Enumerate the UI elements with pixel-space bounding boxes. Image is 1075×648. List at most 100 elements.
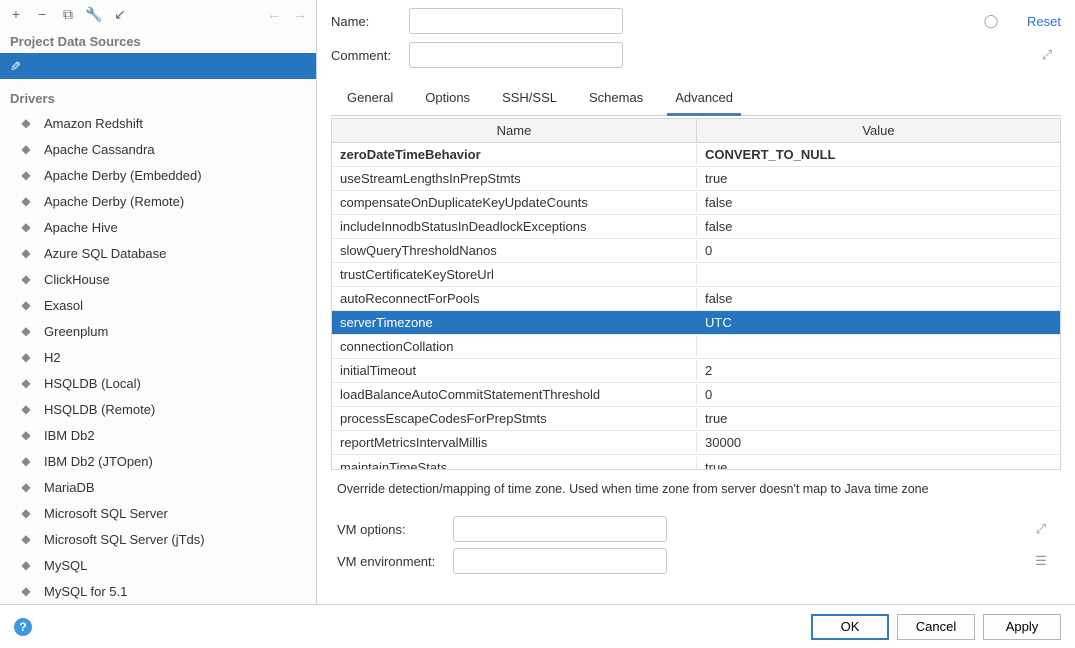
property-row[interactable]: zeroDateTimeBehaviorCONVERT_TO_NULL [332, 143, 1060, 167]
property-row[interactable]: serverTimezone UTC [332, 311, 1060, 335]
comment-input[interactable] [409, 42, 623, 68]
property-value[interactable] [697, 344, 1060, 350]
driver-row[interactable]: ◆ Apache Cassandra [0, 136, 316, 162]
driver-row[interactable]: ◆ H2 [0, 344, 316, 370]
driver-label: Apache Derby (Embedded) [44, 168, 202, 183]
back-icon[interactable]: ← [264, 4, 284, 24]
tab-options[interactable]: Options [409, 82, 486, 115]
property-value[interactable]: 30000 [697, 432, 1060, 453]
property-value[interactable]: 2 [697, 360, 1060, 381]
property-name: includeInnodbStatusInDeadlockExceptions [332, 216, 697, 237]
property-name: compensateOnDuplicateKeyUpdateCounts [332, 192, 697, 213]
forward-icon[interactable]: → [290, 4, 310, 24]
footer: ? OK Cancel Apply [0, 604, 1075, 648]
driver-row[interactable]: ◆ClickHouse [0, 266, 316, 292]
driver-label: MySQL [44, 558, 87, 573]
h2-icon: ◆ [18, 349, 34, 365]
driver-row[interactable]: ◆Apache Hive [0, 214, 316, 240]
property-value[interactable]: UTC [697, 312, 1060, 333]
property-value[interactable]: true [697, 408, 1060, 429]
property-value[interactable]: true [697, 457, 1060, 471]
driver-row[interactable]: ◆Amazon Redshift [0, 110, 316, 136]
vm-env-input[interactable] [453, 548, 667, 574]
db-icon: ◆ [18, 427, 34, 443]
property-row[interactable]: reportMetricsIntervalMillis30000 [332, 431, 1060, 455]
tab-schemas[interactable]: Schemas [573, 82, 659, 115]
progress-circle-icon: ◯ [983, 13, 999, 29]
driver-row[interactable]: ◆HSQLDB (Local) [0, 370, 316, 396]
driver-row[interactable]: ◆IBM Db2 (JTOpen) [0, 448, 316, 474]
col-header-value: Value [697, 119, 1060, 142]
expand-icon: ⤢ [1039, 47, 1055, 63]
property-hint: Override detection/mapping of time zone.… [331, 470, 1061, 502]
property-name: connectionCollation [332, 336, 697, 357]
driver-row[interactable]: ◆Microsoft SQL Server (jTds) [0, 526, 316, 552]
driver-row[interactable]: ◆HSQLDB (Remote) [0, 396, 316, 422]
tab-advanced[interactable]: Advanced [659, 82, 749, 115]
property-value[interactable]: 0 [697, 240, 1060, 261]
tab-general[interactable]: General [331, 82, 409, 115]
driver-row[interactable]: ◆IBM Db2 [0, 422, 316, 448]
property-row[interactable]: slowQueryThresholdNanos0 [332, 239, 1060, 263]
property-value[interactable]: false [697, 216, 1060, 237]
property-value[interactable] [697, 272, 1060, 278]
help-icon[interactable]: ? [14, 618, 32, 636]
reorder-icon[interactable]: ↙ [110, 4, 130, 24]
property-value[interactable]: true [697, 168, 1060, 189]
copy-icon[interactable]: ⧉ [58, 4, 78, 24]
property-row[interactable]: trustCertificateKeyStoreUrl [332, 263, 1060, 287]
name-input[interactable] [409, 8, 623, 34]
vm-options-input[interactable] [453, 516, 667, 542]
driver-row[interactable]: ◆Azure SQL Database [0, 240, 316, 266]
property-row[interactable]: includeInnodbStatusInDeadlockExceptionsf… [332, 215, 1060, 239]
driver-row[interactable]: ◆MySQL [0, 552, 316, 578]
reset-link[interactable]: Reset [1027, 14, 1061, 29]
property-row[interactable]: autoReconnectForPoolsfalse [332, 287, 1060, 311]
property-row[interactable]: initialTimeout2 [332, 359, 1060, 383]
property-name: useStreamLengthsInPrepStmts [332, 168, 697, 189]
driver-row[interactable]: ◆Exasol [0, 292, 316, 318]
hive-icon: ◆ [18, 219, 34, 235]
wrench-icon[interactable]: 🔧 [84, 4, 104, 24]
driver-row[interactable]: ◆MariaDB [0, 474, 316, 500]
apply-button[interactable]: Apply [983, 614, 1061, 640]
property-value[interactable]: false [697, 288, 1060, 309]
x-icon: ◆ [18, 297, 34, 313]
property-value[interactable]: false [697, 192, 1060, 213]
vm-options-label: VM options: [337, 522, 445, 537]
driver-row[interactable]: ◆Microsoft SQL Server [0, 500, 316, 526]
feather-icon: ◆ [18, 193, 34, 209]
eye-icon: ◆ [18, 141, 34, 157]
driver-label: Apache Cassandra [44, 142, 155, 157]
driver-label: MariaDB [44, 480, 95, 495]
property-name: serverTimezone [332, 312, 697, 333]
ok-button[interactable]: OK [811, 614, 889, 640]
property-row[interactable]: processEscapeCodesForPrepStmtstrue [332, 407, 1060, 431]
driver-row[interactable]: ◆Apache Derby (Remote) [0, 188, 316, 214]
driver-row[interactable]: ◆MySQL for 5.1 [0, 578, 316, 604]
property-value[interactable]: CONVERT_TO_NULL [697, 144, 1060, 165]
add-icon[interactable]: + [6, 4, 26, 24]
db-icon: ◆ [18, 453, 34, 469]
property-name: slowQueryThresholdNanos [332, 240, 697, 261]
driver-row[interactable]: ◆Apache Derby (Embedded) [0, 162, 316, 188]
property-row[interactable]: maintainTimeStatstrue [332, 455, 1060, 470]
datasource-active-row[interactable] [0, 53, 316, 79]
azure-icon: ◆ [18, 245, 34, 261]
driver-row[interactable]: ◆Greenplum [0, 318, 316, 344]
driver-label: H2 [44, 350, 61, 365]
property-name: autoReconnectForPools [332, 288, 697, 309]
property-name: maintainTimeStats [332, 457, 697, 471]
properties-table: Name Value zeroDateTimeBehaviorCONVERT_T… [331, 118, 1061, 470]
remove-icon[interactable]: − [32, 4, 52, 24]
vm-env-label: VM environment: [337, 554, 445, 569]
property-row[interactable]: compensateOnDuplicateKeyUpdateCountsfals… [332, 191, 1060, 215]
comment-label: Comment: [331, 48, 399, 63]
property-row[interactable]: loadBalanceAutoCommitStatementThreshold0 [332, 383, 1060, 407]
tab-ssh-ssl[interactable]: SSH/SSL [486, 82, 573, 115]
property-row[interactable]: useStreamLengthsInPrepStmtstrue [332, 167, 1060, 191]
driver-label: Microsoft SQL Server [44, 506, 168, 521]
property-row[interactable]: connectionCollation [332, 335, 1060, 359]
cancel-button[interactable]: Cancel [897, 614, 975, 640]
property-value[interactable]: 0 [697, 384, 1060, 405]
